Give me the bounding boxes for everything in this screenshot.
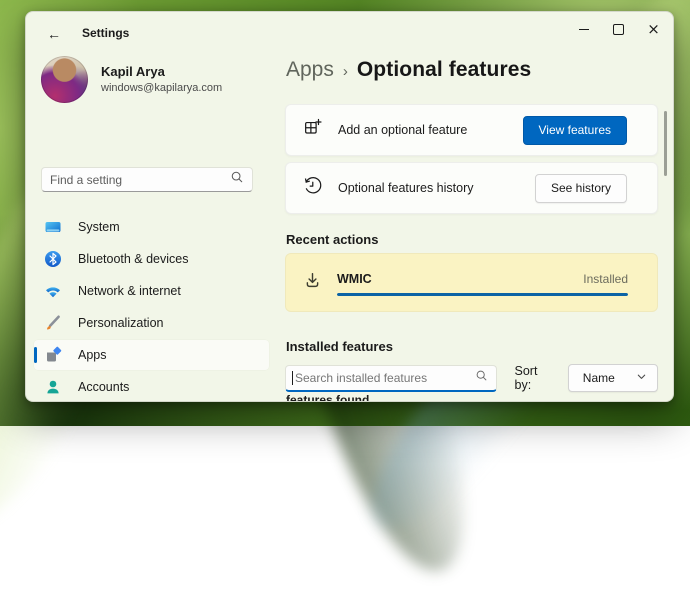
user-name: Kapil Arya: [101, 63, 222, 81]
card-label: Optional features history: [338, 181, 519, 195]
settings-window: ← Settings × Kapil Arya windows@kapilary…: [25, 11, 674, 402]
sidebar-item-label: Bluetooth & devices: [78, 252, 189, 266]
recent-actions-heading: Recent actions: [286, 232, 378, 247]
progress-fill: [337, 293, 628, 296]
selected-accent-bar: [34, 347, 37, 363]
add-feature-grid-icon: [303, 118, 322, 142]
search-icon: [230, 170, 244, 189]
sidebar-item-label: System: [78, 220, 120, 234]
back-button[interactable]: ←: [42, 24, 66, 44]
card-label: Add an optional feature: [338, 123, 507, 137]
sidebar-item-system[interactable]: System: [34, 212, 269, 242]
window-title: Settings: [82, 26, 129, 40]
optional-features-history-card: Optional features history See history: [285, 162, 658, 214]
search-icon: [475, 369, 488, 387]
maximize-icon: [613, 24, 624, 35]
text-cursor: [292, 371, 293, 385]
scrollbar-thumb[interactable]: [664, 111, 667, 176]
recent-action-wmic-row: WMIC Installed: [285, 253, 658, 312]
apps-icon: [44, 346, 62, 364]
sidebar-item-bluetooth-devices[interactable]: Bluetooth & devices: [34, 244, 269, 274]
installed-features-heading: Installed features: [286, 339, 393, 354]
close-icon: ×: [647, 22, 660, 37]
personalization-brush-icon: [44, 314, 62, 332]
accounts-person-icon: [44, 378, 62, 396]
main-content: Apps › Optional features Add an optional…: [285, 54, 658, 401]
download-icon: [303, 271, 322, 295]
sidebar-item-label: Apps: [78, 348, 107, 362]
sidebar-item-accounts[interactable]: Accounts: [34, 372, 269, 402]
sort-dropdown-value: Name: [583, 371, 615, 385]
user-email: windows@kapilarya.com: [101, 81, 222, 96]
system-icon: [44, 218, 62, 236]
titlebar[interactable]: ← Settings ×: [26, 12, 673, 54]
breadcrumb: Apps › Optional features: [286, 58, 531, 82]
bluetooth-icon: [44, 250, 62, 268]
feature-name: WMIC: [337, 272, 372, 286]
sidebar-item-network-internet[interactable]: Network & internet: [34, 276, 269, 306]
back-arrow-icon: ←: [47, 26, 61, 42]
find-setting-input[interactable]: [50, 173, 230, 187]
account-profile[interactable]: Kapil Arya windows@kapilarya.com: [41, 56, 222, 103]
network-wifi-icon: [44, 282, 62, 300]
progress-bar: [337, 293, 628, 296]
installed-features-searchbox[interactable]: [285, 365, 497, 392]
sidebar-item-label: Personalization: [78, 316, 163, 330]
features-found-count-clipped: features found: [286, 393, 369, 402]
sidebar-nav: System Bluetooth & devices Network & int…: [34, 212, 276, 402]
breadcrumb-apps-link[interactable]: Apps: [286, 58, 334, 82]
find-setting-searchbox[interactable]: [41, 167, 253, 192]
chevron-down-icon: [636, 369, 647, 387]
page-title: Optional features: [357, 58, 531, 82]
sidebar-item-label: Accounts: [78, 380, 129, 394]
sidebar-item-personalization[interactable]: Personalization: [34, 308, 269, 338]
status-badge: Installed: [583, 272, 628, 286]
maximize-button[interactable]: [601, 12, 636, 46]
minimize-button[interactable]: [566, 12, 601, 46]
sidebar: Kapil Arya windows@kapilarya.com System: [26, 54, 284, 401]
installed-features-search-input[interactable]: [295, 371, 475, 385]
sidebar-item-apps[interactable]: Apps: [34, 340, 269, 370]
sort-dropdown[interactable]: Name: [568, 364, 658, 392]
see-history-button[interactable]: See history: [535, 174, 627, 203]
sort-by-label: Sort by:: [515, 364, 556, 392]
history-icon: [303, 176, 322, 200]
view-features-button[interactable]: View features: [523, 116, 628, 145]
sidebar-item-label: Network & internet: [78, 284, 181, 298]
close-button[interactable]: ×: [636, 12, 671, 46]
avatar: [41, 56, 88, 103]
chevron-right-icon: ›: [343, 61, 348, 80]
add-optional-feature-card: Add an optional feature View features: [285, 104, 658, 156]
minimize-icon: [579, 29, 589, 30]
